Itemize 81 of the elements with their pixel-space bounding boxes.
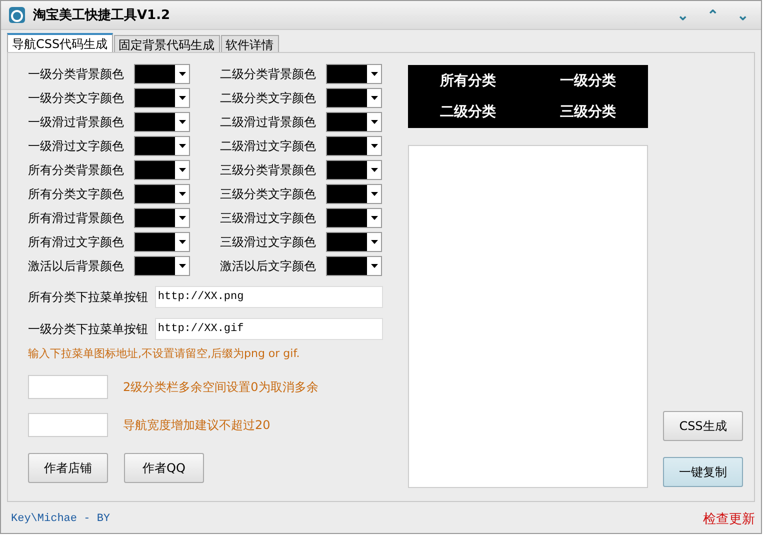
dropdown-arrow-icon (371, 192, 378, 196)
color-label: 一级滑过背景颜色 (28, 114, 125, 130)
dropdown-arrow-icon (371, 240, 378, 244)
dropdown-arrow-icon (371, 168, 378, 172)
color-dropdown[interactable] (134, 232, 190, 252)
color-label: 一级分类背景颜色 (28, 66, 125, 82)
field-label: 所有分类下拉菜单按钮 (28, 288, 149, 306)
preview-label: 二级分类 (440, 103, 496, 122)
color-dropdown[interactable] (134, 256, 190, 276)
tab[interactable]: 固定背景代码生成 (114, 35, 220, 52)
color-dropdown[interactable] (134, 160, 190, 180)
color-label: 三级分类背景颜色 (220, 162, 317, 178)
window-control-button[interactable]: ⌄ (673, 8, 693, 22)
color-label: 所有分类文字颜色 (28, 186, 125, 202)
link-button[interactable]: 作者店铺 (28, 453, 108, 483)
color-dropdown[interactable] (326, 112, 382, 132)
color-dropdown[interactable] (134, 136, 190, 156)
color-label: 激活以后背景颜色 (28, 258, 125, 274)
color-label: 一级滑过文字颜色 (28, 138, 125, 154)
preview-label: 一级分类 (560, 72, 616, 90)
action-button[interactable]: 一键复制 (663, 457, 743, 487)
dropdown-arrow-icon (371, 96, 378, 100)
color-dropdown[interactable] (326, 208, 382, 228)
color-dropdown[interactable] (134, 184, 190, 204)
field-note: 2级分类栏多余空间设置0为取消多余 (123, 378, 318, 396)
dropdown-arrow-icon (179, 96, 186, 100)
number-input-field[interactable] (28, 413, 108, 437)
dropdown-arrow-icon (179, 264, 186, 268)
dropdown-arrow-icon (371, 264, 378, 268)
field-note: 导航宽度增加建议不超过20 (123, 416, 270, 434)
hint-text: 输入下拉菜单图标地址,不设置请留空,后缀为png or gif. (28, 346, 301, 361)
color-dropdown[interactable] (326, 232, 382, 252)
dropdown-arrow-icon (179, 216, 186, 220)
color-label: 所有滑过背景颜色 (28, 210, 125, 226)
preview-label: 所有分类 (440, 72, 496, 90)
color-dropdown[interactable] (134, 64, 190, 84)
color-dropdown[interactable] (134, 88, 190, 108)
credit-text: Key\Michae - BY (11, 513, 110, 525)
update-link[interactable]: 检查更新 (703, 510, 755, 528)
url-input-field[interactable]: http://XX.gif (154, 318, 383, 340)
color-label: 所有分类背景颜色 (28, 162, 125, 178)
color-label: 三级分类文字颜色 (220, 186, 317, 202)
color-label: 二级滑过背景颜色 (220, 114, 317, 130)
url-input-field[interactable]: http://XX.png (154, 286, 383, 308)
tab[interactable]: 导航CSS代码生成 (7, 33, 113, 52)
color-label: 三级滑过文字颜色 (220, 210, 317, 226)
dropdown-arrow-icon (371, 216, 378, 220)
preview-label: 三级分类 (560, 103, 616, 122)
dropdown-arrow-icon (371, 144, 378, 148)
color-label: 三级滑过文字颜色 (220, 234, 317, 250)
color-dropdown[interactable] (326, 88, 382, 108)
dropdown-arrow-icon (179, 144, 186, 148)
dropdown-arrow-icon (179, 240, 186, 244)
color-dropdown[interactable] (326, 256, 382, 276)
action-button[interactable]: CSS生成 (663, 411, 743, 441)
color-label: 激活以后文字颜色 (220, 258, 317, 274)
dropdown-arrow-icon (371, 72, 378, 76)
dropdown-arrow-icon (371, 120, 378, 124)
field-label: 一级分类下拉菜单按钮 (28, 320, 149, 338)
color-label: 二级分类背景颜色 (220, 66, 317, 82)
window-control-button[interactable]: ⌃ (703, 8, 723, 22)
color-dropdown[interactable] (326, 184, 382, 204)
color-dropdown[interactable] (326, 136, 382, 156)
color-dropdown[interactable] (326, 64, 382, 84)
dropdown-arrow-icon (179, 192, 186, 196)
dropdown-arrow-icon (179, 72, 186, 76)
app-icon (9, 7, 25, 23)
color-dropdown[interactable] (134, 112, 190, 132)
window-title: 淘宝美工快捷工具V1.2 (33, 6, 172, 24)
number-input-field[interactable] (28, 375, 108, 399)
color-label: 二级滑过文字颜色 (220, 138, 317, 154)
dropdown-arrow-icon (179, 168, 186, 172)
window-control-button[interactable]: ⌄ (733, 8, 753, 22)
link-button[interactable]: 作者QQ (124, 453, 204, 483)
color-dropdown[interactable] (134, 208, 190, 228)
color-label: 一级分类文字颜色 (28, 90, 125, 106)
tab[interactable]: 软件详情 (220, 35, 279, 52)
color-dropdown[interactable] (326, 160, 382, 180)
color-label: 二级分类文字颜色 (220, 90, 317, 106)
color-label: 所有滑过文字颜色 (28, 234, 125, 250)
dropdown-arrow-icon (179, 120, 186, 124)
